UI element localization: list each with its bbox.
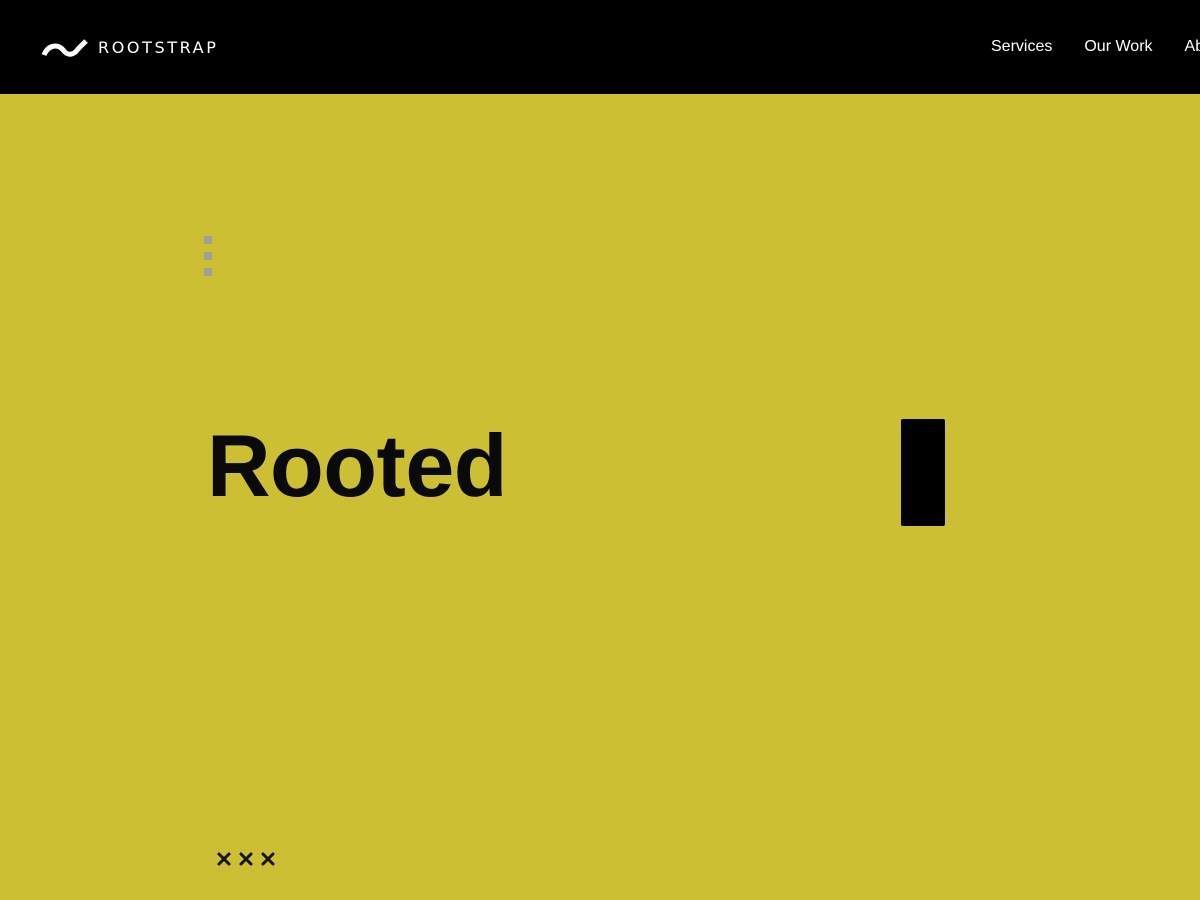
cross-marks-icon bbox=[216, 851, 282, 867]
dot bbox=[204, 252, 212, 260]
hero-headline: Rooted bbox=[207, 416, 508, 515]
main-nav: Services Our Work About bbox=[991, 36, 1200, 58]
logo-link[interactable]: ROOTSTRAP bbox=[41, 36, 218, 59]
cross-icon bbox=[217, 852, 231, 866]
cross-icon bbox=[239, 852, 253, 866]
logo-text: ROOTSTRAP bbox=[98, 38, 219, 57]
nav-link-services[interactable]: Services bbox=[991, 36, 1052, 58]
vertical-dots-icon bbox=[204, 236, 213, 284]
dot bbox=[204, 236, 212, 244]
nav-link-our-work[interactable]: Our Work bbox=[1084, 36, 1152, 58]
rootstrap-wave-check-icon bbox=[41, 38, 88, 57]
text-cursor-block-icon bbox=[901, 419, 945, 526]
top-navbar: ROOTSTRAP Services Our Work About bbox=[0, 0, 1200, 94]
cross-icon bbox=[261, 852, 275, 866]
nav-link-about[interactable]: About bbox=[1185, 36, 1200, 58]
dot bbox=[204, 268, 212, 276]
hero-section: Rooted bbox=[0, 94, 1200, 900]
